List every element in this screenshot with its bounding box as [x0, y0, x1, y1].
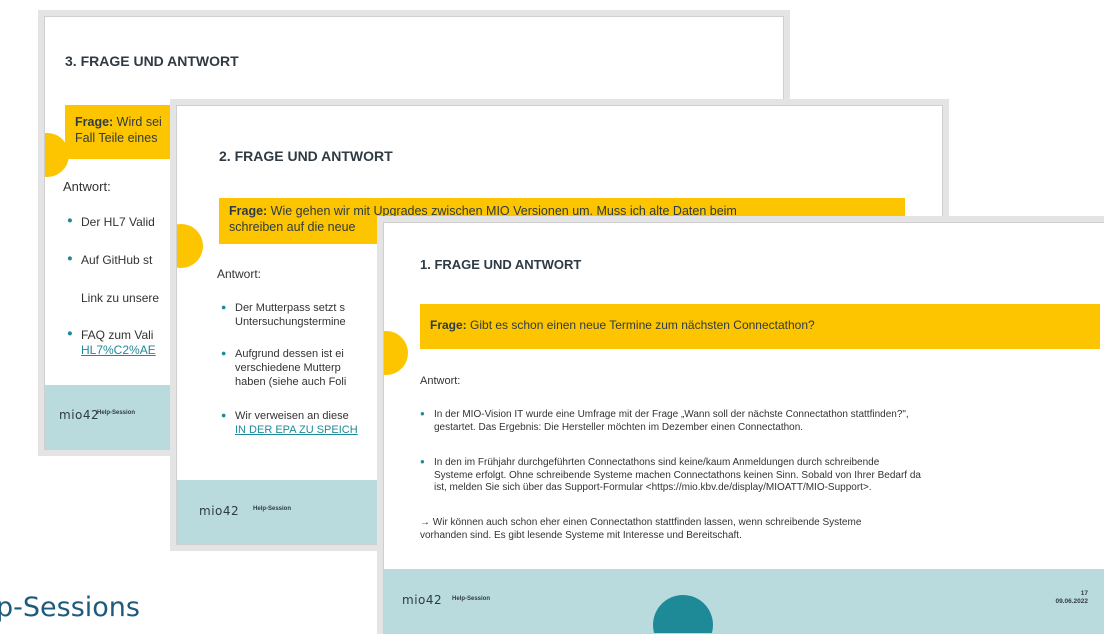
answer-bullet-text: FAQ zum Vali [81, 328, 154, 342]
faq-link[interactable]: HL7%C2%AE [81, 343, 156, 358]
answer-label: Antwort: [420, 375, 461, 387]
answer-text: Link zu unsere [81, 291, 160, 305]
answer-bullet: In der MIO-Vision IT wurde eine Umfrage … [420, 409, 909, 434]
slide-footer: mio42 Help-Session 17 09.06.2022 [384, 569, 1104, 633]
mio42-logo: mio42 [402, 593, 443, 607]
footer-label: Help-Session [452, 596, 491, 602]
question-box: Frage: Gibt es schon einen neue Termine … [420, 304, 1100, 349]
answer-bullet: Wir verweisen an diese IN DER EPA ZU SPE… [221, 410, 358, 438]
decorative-dot [177, 224, 203, 268]
answer-bullet: Aufgrund dessen ist eiverschiedene Mutte… [221, 348, 346, 389]
footer-label: Help-Session [253, 506, 292, 512]
answer-bullet: Der HL7 Valid [67, 215, 155, 230]
decorative-teal-dot [653, 595, 713, 633]
answer-conclusion: → Wir können auch schon eher einen Conne… [420, 517, 862, 541]
page-number: 17 [1080, 590, 1088, 597]
mio42-logo: mio42 [59, 408, 100, 422]
question-text: Gibt es schon einen neue Termine zum näc… [466, 318, 815, 332]
question-label: Frage: [430, 318, 467, 332]
epa-link[interactable]: IN DER EPA ZU SPEICH [235, 424, 358, 438]
footer-label: Help-Session [97, 410, 136, 416]
answer-bullet: Der Mutterpass setzt sUntersuchungstermi… [221, 302, 346, 330]
question-text-line2: Fall Teile eines [75, 131, 158, 145]
question-text: Wird sei [113, 115, 162, 129]
slide-title: 3. FRAGE UND ANTWORT [65, 53, 239, 69]
slide-date: 09.06.2022 [1055, 598, 1088, 606]
slide-title: 1. FRAGE UND ANTWORT [420, 257, 582, 272]
decorative-dot [384, 331, 408, 375]
answer-bullet: In den im Frühjahr durchgeführten Connec… [420, 457, 921, 495]
mio42-logo: mio42 [199, 504, 240, 518]
answer-bullet: Auf GitHub st [67, 253, 152, 268]
question-text-line2: schreiben auf die neue [229, 220, 356, 234]
question-label: Frage: [229, 204, 268, 218]
answer-label: Antwort: [63, 179, 111, 194]
question-label: Frage: [75, 115, 114, 129]
slide-meta: 17 09.06.2022 [1055, 590, 1088, 607]
question-text: Wie gehen wir mit Upgrades zwischen MIO … [267, 204, 737, 218]
answer-bullet: FAQ zum Vali HL7%C2%AE [67, 328, 156, 358]
slide-title: 2. FRAGE UND ANTWORT [219, 148, 393, 164]
answer-label: Antwort: [217, 267, 262, 281]
page-caption: p-Sessions [0, 592, 140, 623]
slide-1[interactable]: 1. FRAGE UND ANTWORT Frage: Gibt es scho… [383, 222, 1104, 634]
